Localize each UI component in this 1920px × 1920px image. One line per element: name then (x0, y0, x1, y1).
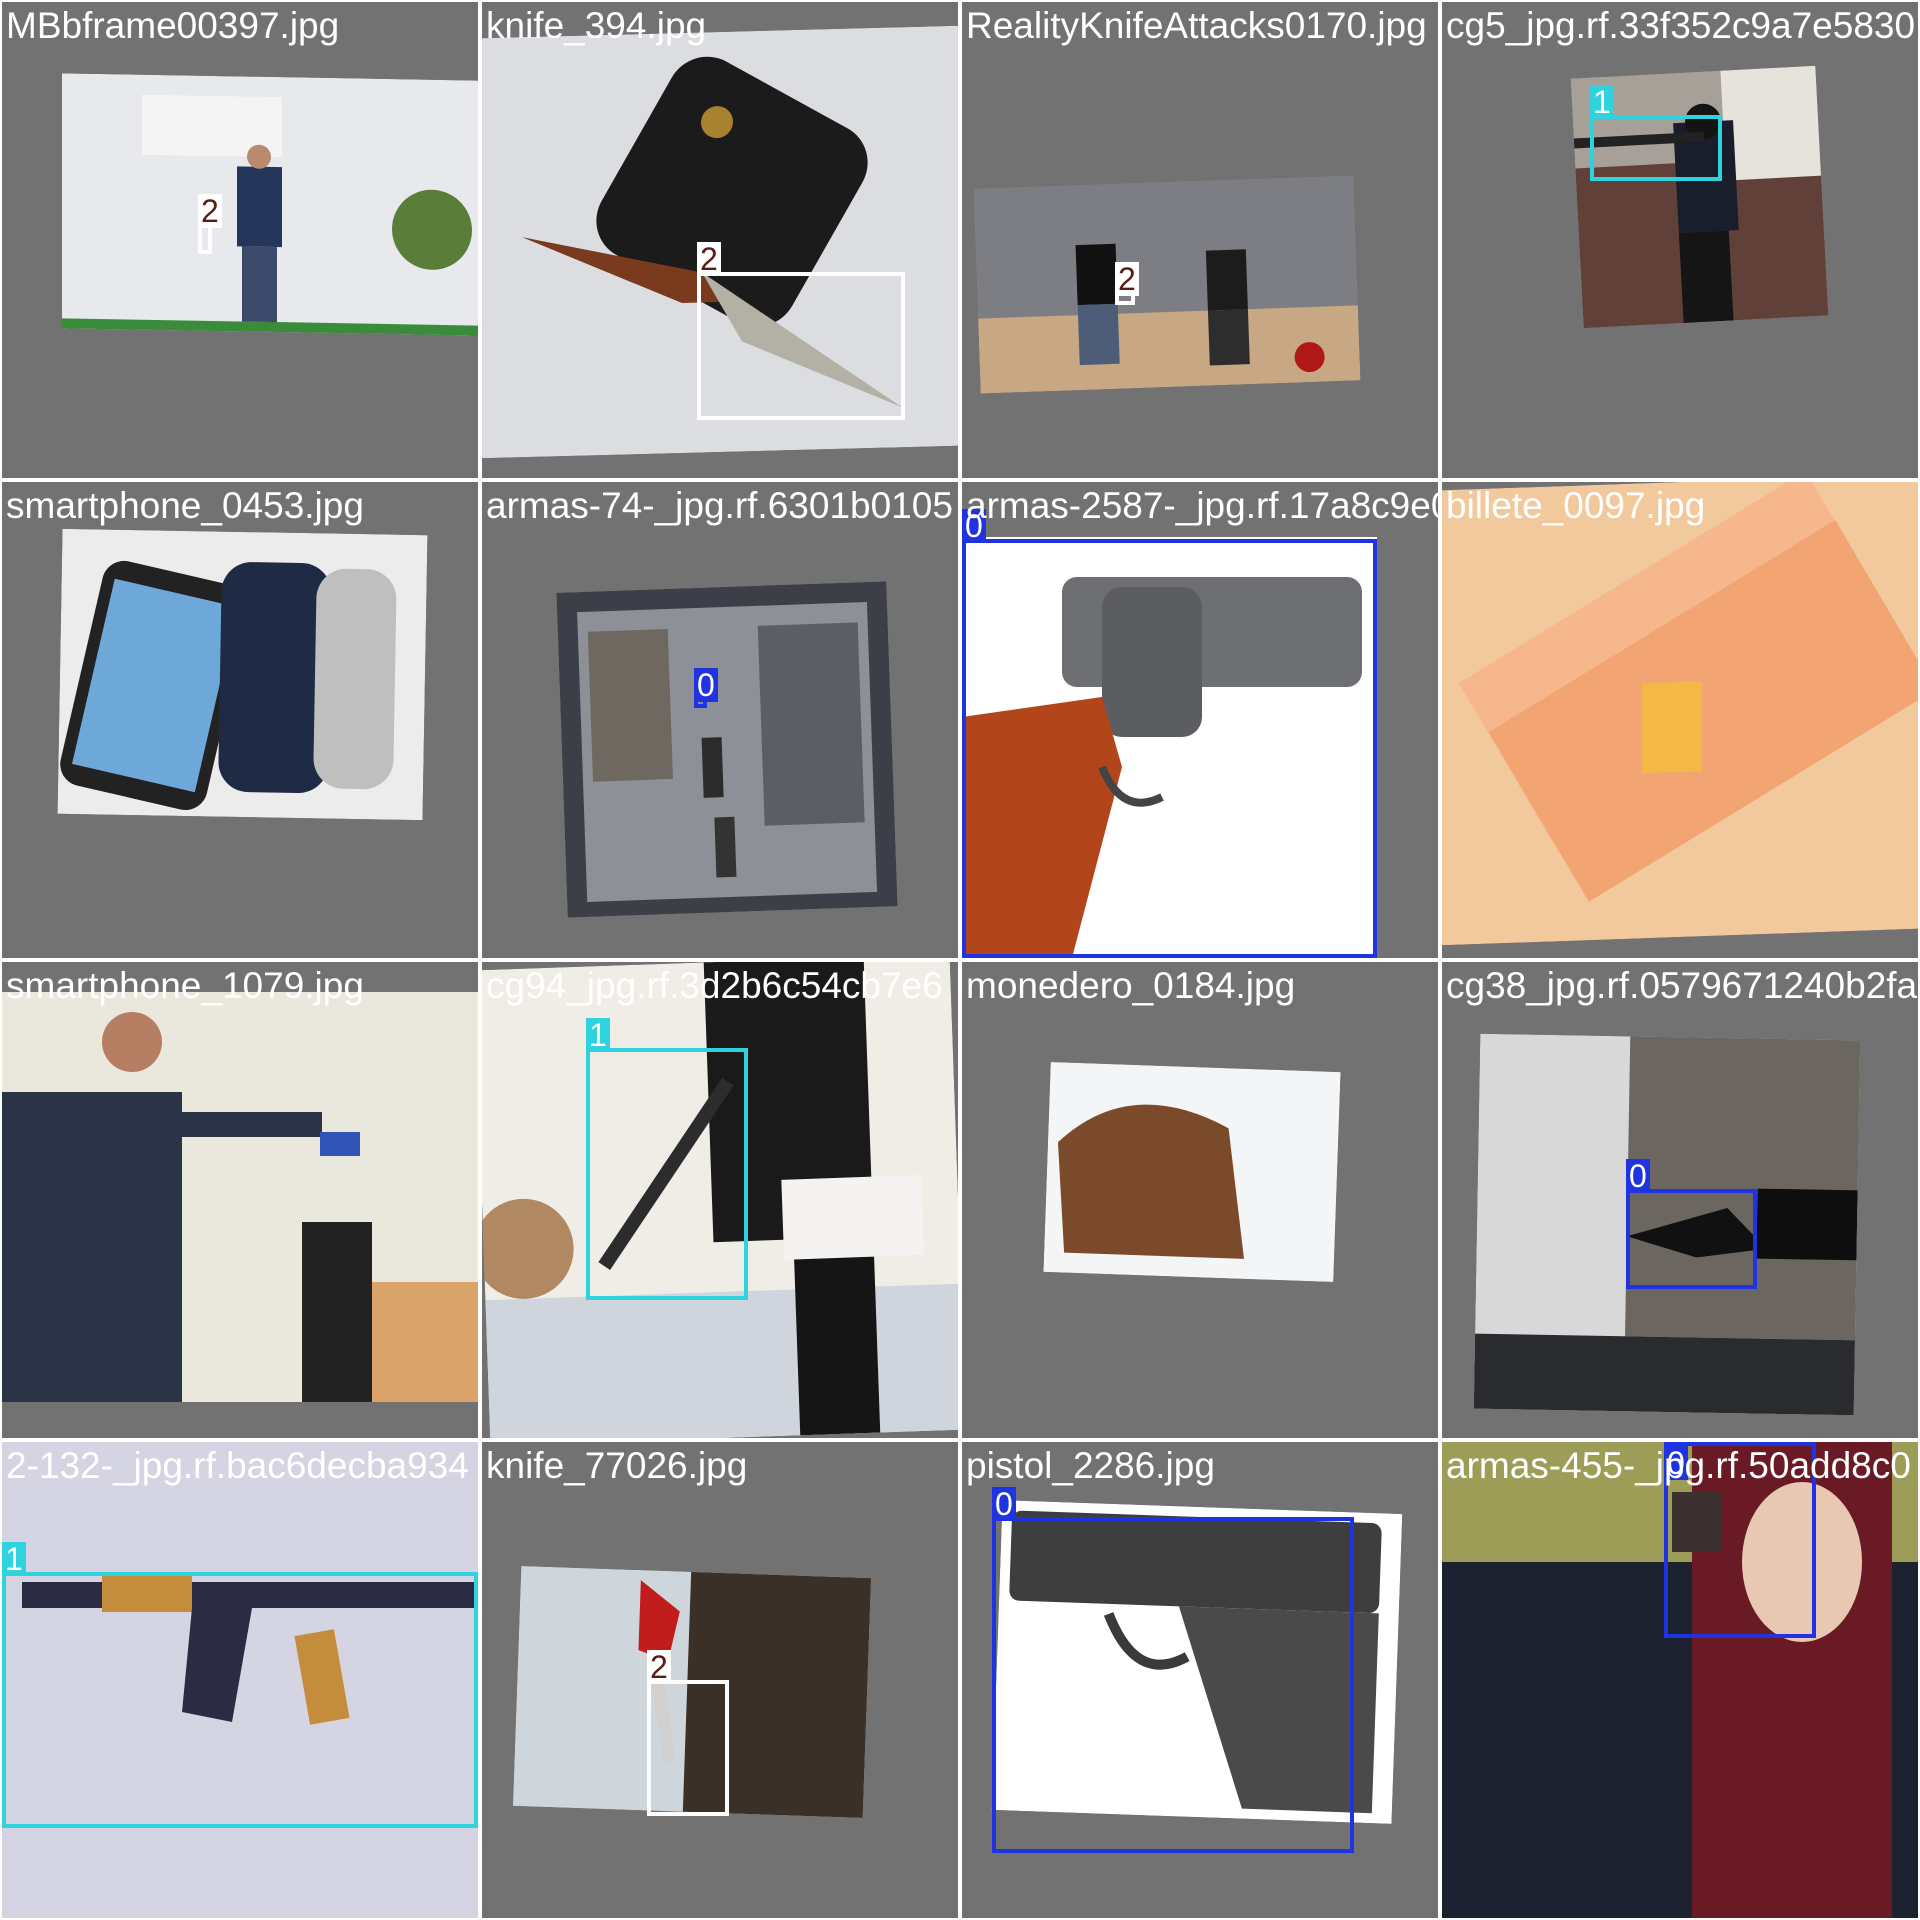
bbox-label: 2 (198, 194, 222, 228)
bbox-label: 1 (2, 1542, 26, 1576)
smartphones-scene (57, 528, 428, 821)
training-scene (973, 175, 1361, 394)
tile-filename: pistol_2286.jpg (966, 1445, 1215, 1486)
tile-armas-2587[interactable]: 0 armas-2587-_jpg.rf.17a8c9e0 (960, 480, 1440, 960)
bbox-class-1: 1 (1590, 85, 1722, 181)
bbox-class-0: 0 (992, 1487, 1354, 1853)
tile-armas-74[interactable]: 0 armas-74-_jpg.rf.6301b0105 (480, 480, 960, 960)
tile-filename: RealityKnifeAttacks0170.jpg (966, 5, 1427, 46)
tile-filename: smartphone_1079.jpg (6, 965, 364, 1006)
bbox-class-2: 2 (1115, 262, 1139, 305)
tile-reality-knife[interactable]: 2 RealityKnifeAttacks0170.jpg (960, 0, 1440, 480)
tile-filename: armas-74-_jpg.rf.6301b0105 (486, 485, 953, 526)
bbox-class-1: 1 (586, 1018, 748, 1300)
tile-2-132[interactable]: 1 2-132-_jpg.rf.bac6decba934 (0, 1440, 480, 1920)
bbox-label: 2 (647, 1650, 671, 1684)
tile-cg94[interactable]: 1 cg94_jpg.rf.3d2b6c54cb7e6 (480, 960, 960, 1440)
scene-cctv-store (556, 581, 898, 918)
bbox-class-0: 0 (694, 668, 718, 708)
tile-filename: smartphone_0453.jpg (6, 485, 364, 526)
mosaic-grid: 2 MBbframe00397.jpg 2 knife_394.jpg 2 Re… (0, 0, 1920, 1920)
office-scene (62, 73, 478, 336)
tile-knife-77026[interactable]: 2 knife_77026.jpg (480, 1440, 960, 1920)
bbox-label: 1 (1590, 85, 1614, 119)
scene-man-phone (2, 992, 478, 1402)
bbox-class-2: 2 (647, 1650, 729, 1816)
bbox-label: 1 (586, 1018, 610, 1052)
bbox-class-0: 0 (1626, 1159, 1757, 1289)
bbox-class-2: 2 (697, 242, 905, 420)
man-phone-scene (2, 992, 478, 1402)
bbox-label: 0 (694, 668, 718, 702)
tile-filename: billete_0097.jpg (1446, 485, 1706, 526)
tile-pistol-2286[interactable]: 0 pistol_2286.jpg (960, 1440, 1440, 1920)
bbox-class-2: 2 (198, 194, 222, 254)
tile-billete[interactable]: billete_0097.jpg (1440, 480, 1920, 960)
tile-mbbframe[interactable]: 2 MBbframe00397.jpg (0, 0, 480, 480)
bbox-class-0: 0 (962, 509, 1377, 958)
scene-smartphones (57, 528, 428, 821)
tile-filename: cg94_jpg.rf.3d2b6c54cb7e6 (486, 965, 943, 1006)
tile-smartphone-1079[interactable]: smartphone_1079.jpg (0, 960, 480, 1440)
coin-purse-scene (1043, 1062, 1341, 1282)
bbox-class-1: 1 (2, 1542, 478, 1828)
tile-filename: armas-2587-_jpg.rf.17a8c9e0 (966, 485, 1440, 526)
cctv-scene (556, 581, 898, 918)
scene-person-office (62, 73, 478, 336)
tile-monedero[interactable]: monedero_0184.jpg (960, 960, 1440, 1440)
tile-cg38[interactable]: 0 cg38_jpg.rf.0579671240b2fa (1440, 960, 1920, 1440)
banknotes-scene (1442, 482, 1918, 946)
tile-filename: armas-455-_jpg.rf.50add8c0 (1446, 1445, 1911, 1486)
bbox-label: 0 (1626, 1159, 1650, 1193)
tile-filename: MBbframe00397.jpg (6, 5, 340, 46)
tile-filename: cg5_jpg.rf.33f352c9a7e5830 (1446, 5, 1916, 46)
tile-knife-394[interactable]: 2 knife_394.jpg (480, 0, 960, 480)
bbox-label: 2 (697, 242, 721, 276)
tile-cg5[interactable]: 1 cg5_jpg.rf.33f352c9a7e5830 (1440, 0, 1920, 480)
scene-coin-purse (1043, 1062, 1341, 1282)
tile-filename: knife_77026.jpg (486, 1445, 748, 1486)
tile-filename: 2-132-_jpg.rf.bac6decba934 (6, 1445, 469, 1486)
tile-filename: monedero_0184.jpg (966, 965, 1296, 1006)
scene-banknotes (1442, 482, 1918, 946)
tile-armas-455[interactable]: 0 armas-455-_jpg.rf.50add8c0 (1440, 1440, 1920, 1920)
scene-training-room (973, 175, 1361, 394)
tile-filename: knife_394.jpg (486, 5, 707, 46)
tile-smartphone-0453[interactable]: smartphone_0453.jpg (0, 480, 480, 960)
tile-filename: cg38_jpg.rf.0579671240b2fa (1446, 965, 1918, 1006)
bbox-label: 0 (992, 1487, 1016, 1521)
bbox-label: 2 (1115, 262, 1139, 296)
